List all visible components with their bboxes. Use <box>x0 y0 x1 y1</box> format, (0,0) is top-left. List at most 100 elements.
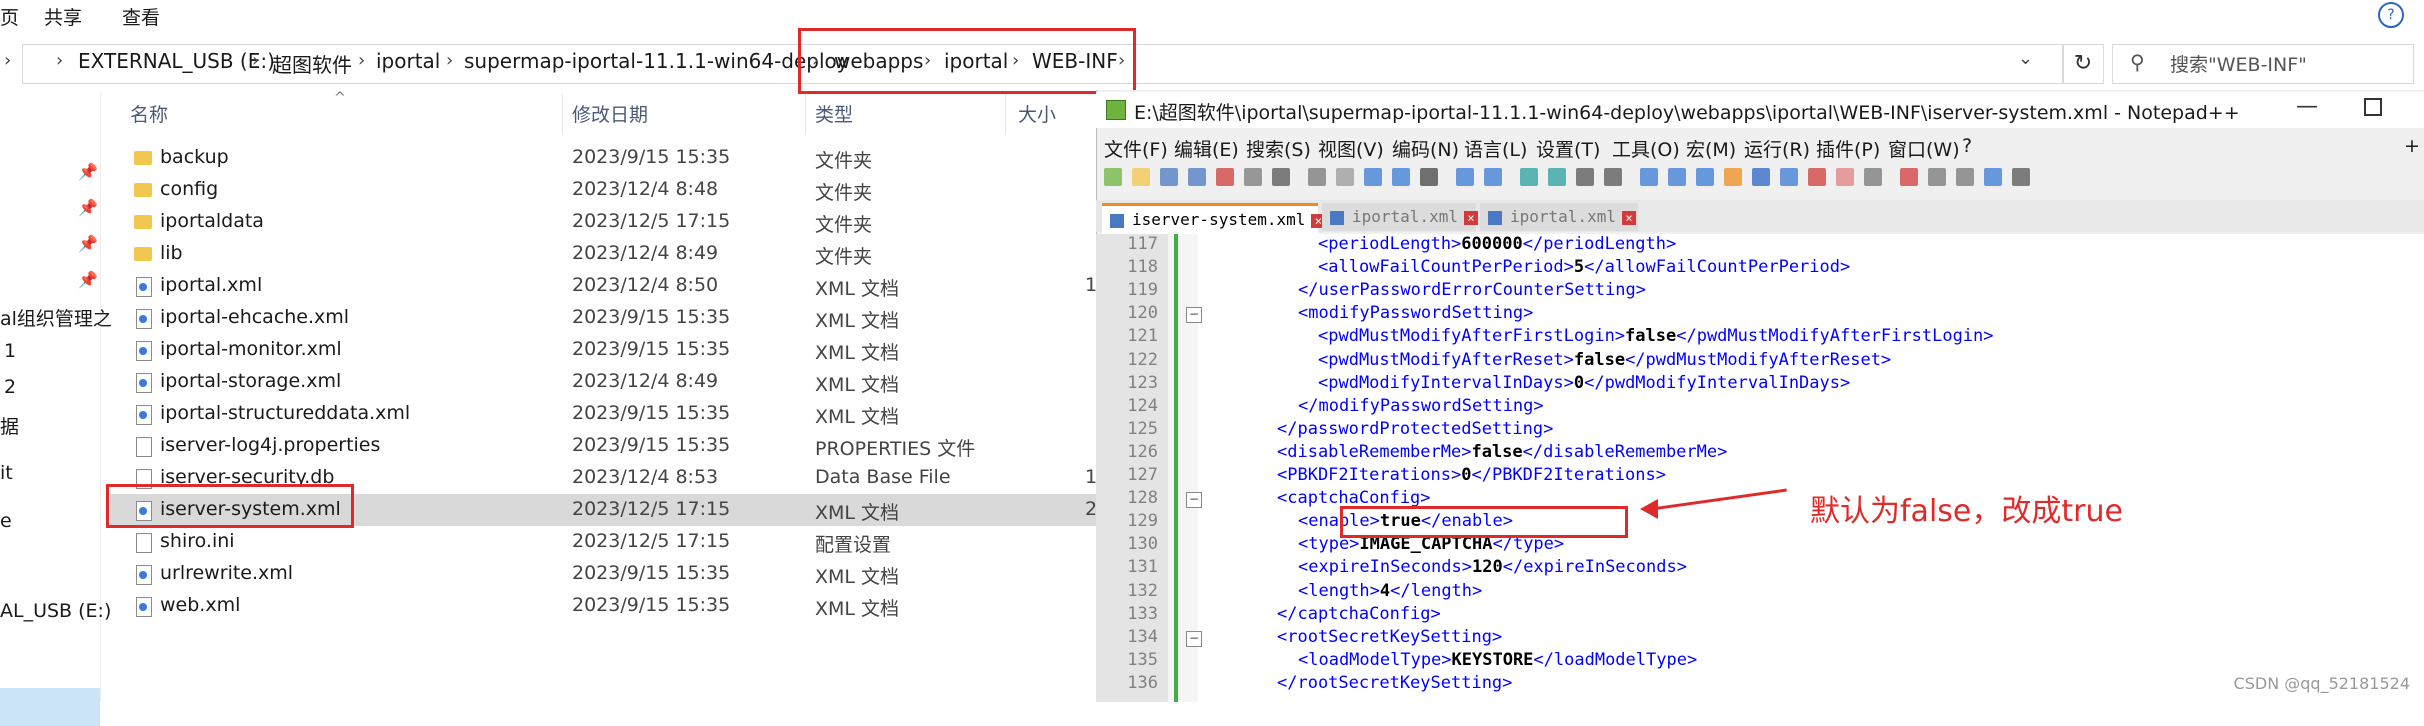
code-line[interactable]: </passwordProtectedSetting> <box>1277 419 1553 439</box>
fold-toggle-icon[interactable]: − <box>1186 492 1202 508</box>
code-line[interactable]: <pwdModifyIntervalInDays>0</pwdModifyInt… <box>1318 373 1850 393</box>
breadcrumb-drive[interactable]: EXTERNAL_USB (E:) <box>78 49 275 73</box>
column-header-size[interactable]: 大小 <box>1018 100 1056 127</box>
print-icon[interactable] <box>1272 168 1290 186</box>
nav-item[interactable]: 据 <box>0 412 19 439</box>
sync-h-icon[interactable] <box>1604 168 1622 186</box>
undo-icon[interactable] <box>1392 168 1410 186</box>
path-chevron-icon[interactable]: › <box>446 50 453 71</box>
path-chevron-icon[interactable]: › <box>252 50 259 71</box>
doc-map-icon[interactable] <box>1724 168 1742 186</box>
column-separator[interactable] <box>1005 94 1006 134</box>
column-header-date[interactable]: 修改日期 <box>572 100 648 127</box>
open-file-icon[interactable] <box>1132 168 1150 186</box>
pin-icon[interactable]: 📌 <box>78 162 98 181</box>
pin-icon[interactable]: 📌 <box>78 198 98 217</box>
menu-item[interactable]: 设置(T) <box>1536 135 1600 162</box>
notepadpp-titlebar[interactable]: E:\超图软件\iportal\supermap-iportal-11.1.1-… <box>1096 92 2424 128</box>
nav-item[interactable]: e <box>0 510 12 532</box>
menu-item[interactable]: 宏(M) <box>1686 135 1736 162</box>
menu-item[interactable]: 视图(V) <box>1318 135 1384 162</box>
function-list-icon[interactable] <box>1752 168 1770 186</box>
code-line[interactable]: <captchaConfig> <box>1277 488 1431 508</box>
menu-item[interactable]: 插件(P) <box>1816 135 1880 162</box>
code-line[interactable]: <allowFailCountPerPeriod>5</allowFailCou… <box>1318 257 1850 277</box>
path-chevron-icon[interactable]: › <box>358 50 365 71</box>
breadcrumb-iportal[interactable]: iportal <box>376 49 440 73</box>
record-macro-icon[interactable] <box>1900 168 1918 186</box>
nav-item[interactable]: it <box>0 462 13 484</box>
fold-toggle-icon[interactable]: − <box>1186 631 1202 647</box>
minimize-icon[interactable]: — <box>2296 94 2318 119</box>
ribbon-tab-share[interactable]: 共享 <box>44 3 82 30</box>
menu-item[interactable]: 运行(R) <box>1744 135 1810 162</box>
tab-iserver-system[interactable]: iserver-system.xml × <box>1102 203 1326 234</box>
save-all-icon[interactable] <box>1188 168 1206 186</box>
menu-item[interactable]: 窗口(W) <box>1888 135 1960 162</box>
menu-item[interactable]: ? <box>1962 135 1972 157</box>
redo-icon[interactable] <box>1420 168 1438 186</box>
breadcrumb-supermap[interactable]: 超图软件 <box>272 49 352 78</box>
find-icon[interactable] <box>1456 168 1474 186</box>
code-line[interactable]: </rootSecretKeySetting> <box>1277 673 1512 693</box>
folder-workspace-icon[interactable] <box>1780 168 1798 186</box>
save-icon[interactable] <box>1160 168 1178 186</box>
help-icon[interactable]: ? <box>2378 2 2404 28</box>
nav-item[interactable]: al组织管理之 <box>0 304 112 331</box>
monitor-icon[interactable] <box>1808 168 1826 186</box>
code-line[interactable]: </modifyPasswordSetting> <box>1298 396 1544 416</box>
close-icon[interactable]: × <box>1463 210 1478 225</box>
column-header-type[interactable]: 类型 <box>815 100 853 127</box>
all-chars-icon[interactable] <box>1668 168 1686 186</box>
pin-icon[interactable]: 📌 <box>78 234 98 253</box>
fold-toggle-icon[interactable]: − <box>1186 307 1202 323</box>
ribbon-tab-page[interactable]: 页 <box>0 3 19 30</box>
maximize-icon[interactable] <box>2364 98 2382 116</box>
menu-item[interactable]: 语言(L) <box>1464 135 1527 162</box>
menu-item[interactable]: + <box>2404 135 2420 157</box>
clear-icon[interactable] <box>1836 168 1854 186</box>
column-separator[interactable] <box>805 94 806 134</box>
code-line[interactable]: <expireInSeconds>120</expireInSeconds> <box>1298 557 1687 577</box>
column-separator[interactable] <box>562 94 563 134</box>
tab-iportal-1[interactable]: iportal.xml × <box>1322 203 1478 231</box>
code-line[interactable]: <pwdMustModifyAfterReset>false</pwdMustM… <box>1318 350 1891 370</box>
menu-item[interactable]: 编码(N) <box>1392 135 1459 162</box>
word-wrap-icon[interactable] <box>1640 168 1658 186</box>
save-macro-icon[interactable] <box>2012 168 2030 186</box>
run-macro-icon[interactable] <box>1984 168 2002 186</box>
close-file-icon[interactable] <box>1216 168 1234 186</box>
sync-v-icon[interactable] <box>1576 168 1594 186</box>
tab-iportal-2[interactable]: iportal.xml × <box>1480 203 1638 231</box>
menu-item[interactable]: 编辑(E) <box>1174 135 1239 162</box>
eye-icon[interactable] <box>1864 168 1882 186</box>
code-line[interactable]: <length>4</length> <box>1298 581 1482 601</box>
code-line[interactable]: <PBKDF2Iterations>0</PBKDF2Iterations> <box>1277 465 1666 485</box>
code-line[interactable]: <disableRememberMe>false</disableRemembe… <box>1277 442 1727 462</box>
nav-item[interactable]: 1 <box>4 340 16 362</box>
code-line[interactable]: <rootSecretKeySetting> <box>1277 627 1502 647</box>
nav-item[interactable]: 2 <box>4 376 16 398</box>
cut-icon[interactable] <box>1308 168 1326 186</box>
zoom-out-icon[interactable] <box>1548 168 1566 186</box>
path-chevron-icon[interactable]: › <box>4 50 11 71</box>
menu-item[interactable]: 搜索(S) <box>1246 135 1311 162</box>
zoom-in-icon[interactable] <box>1520 168 1538 186</box>
refresh-button[interactable]: ↻ <box>2062 44 2104 84</box>
code-line[interactable]: </captchaConfig> <box>1277 604 1441 624</box>
code-line[interactable]: <loadModelType>KEYSTORE</loadModelType> <box>1298 650 1697 670</box>
pin-icon[interactable]: 📌 <box>78 270 98 289</box>
close-icon[interactable]: × <box>1621 210 1636 225</box>
play-macro-icon[interactable] <box>1956 168 1974 186</box>
stop-macro-icon[interactable] <box>1928 168 1946 186</box>
code-line[interactable]: <modifyPasswordSetting> <box>1298 303 1533 323</box>
close-all-icon[interactable] <box>1244 168 1262 186</box>
menu-item[interactable]: 工具(O) <box>1612 135 1680 162</box>
paste-icon[interactable] <box>1364 168 1382 186</box>
new-file-icon[interactable] <box>1104 168 1122 186</box>
ribbon-tab-view[interactable]: 查看 <box>122 3 160 30</box>
search-placeholder[interactable]: 搜索"WEB-INF" <box>2170 50 2307 77</box>
code-line[interactable]: </userPasswordErrorCounterSetting> <box>1298 280 1646 300</box>
menu-item[interactable]: 文件(F) <box>1104 135 1168 162</box>
replace-icon[interactable] <box>1484 168 1502 186</box>
